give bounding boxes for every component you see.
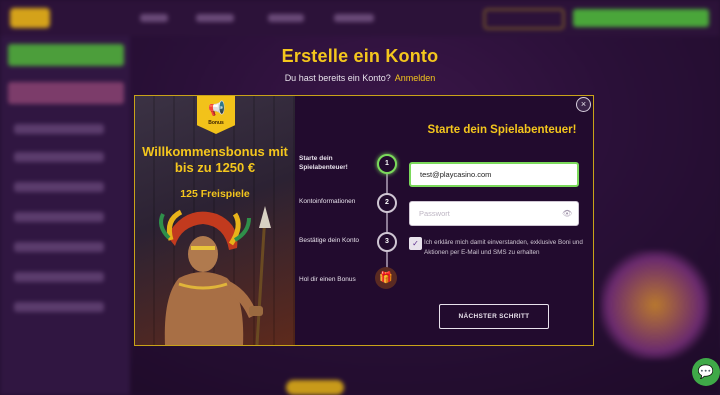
gift-icon: 🎁 — [375, 267, 397, 289]
site-sidebar — [0, 36, 130, 395]
email-field[interactable] — [409, 162, 579, 187]
step-list: Starte dein Spielabenteuer! 1 Kontoinfor… — [297, 96, 407, 345]
warrior-illustration — [159, 206, 271, 345]
sidebar-item — [14, 272, 104, 282]
sidebar-item — [14, 182, 104, 192]
chat-icon[interactable]: 💬 — [692, 358, 720, 386]
eye-icon[interactable]: 👁 — [562, 209, 572, 218]
nav-item — [196, 14, 234, 22]
site-topbar — [0, 0, 720, 36]
step-4-label: Hol dir einen Bonus — [299, 276, 356, 283]
close-icon[interactable]: × — [576, 97, 591, 112]
sidebar-item — [14, 302, 104, 312]
sidebar-item — [14, 242, 104, 252]
page-subtitle: Du hast bereits ein Konto? Anmelden — [0, 73, 720, 83]
promo-freespins: 125 Freispiele — [180, 188, 250, 200]
registration-modal: 📢 Bonus Willkommensbonus mit bis zu 1250… — [134, 95, 594, 346]
badge-label: Bonus — [208, 120, 224, 126]
page-title: Erstelle ein Konto — [281, 46, 439, 66]
megaphone-icon: 📢 — [208, 100, 226, 116]
sidebar-item — [14, 124, 104, 134]
nav-item — [140, 14, 168, 22]
promo-panel: 📢 Bonus Willkommensbonus mit bis zu 1250… — [135, 96, 295, 345]
page-header: Erstelle ein Konto Du hast bereits ein K… — [0, 46, 720, 83]
subtitle-text: Du hast bereits ein Konto? — [284, 73, 391, 83]
step-1: Starte dein Spielabenteuer! 1 — [297, 154, 407, 178]
bg-game-tile — [600, 250, 710, 360]
step-1-circle: 1 — [377, 154, 397, 174]
sidebar-item — [14, 212, 104, 222]
step-2-circle: 2 — [377, 193, 397, 213]
step-connector — [386, 163, 388, 275]
nav-item — [268, 14, 304, 22]
password-field[interactable] — [409, 201, 579, 226]
step-3-circle: 3 — [377, 232, 397, 252]
login-link[interactable]: Anmelden — [395, 73, 436, 83]
step-3-label: Bestätige dein Konto — [299, 237, 359, 244]
promo-headline: Willkommensbonus mit bis zu 1250 € — [142, 144, 288, 175]
sidebar-item — [14, 152, 104, 162]
consent-text: Ich erkläre mich damit einverstanden, ex… — [424, 239, 583, 256]
nav-item — [334, 14, 374, 22]
form-title: Starte dein Spielabenteuer! — [427, 124, 577, 136]
bg-tile — [286, 380, 344, 395]
bonus-badge: 📢 Bonus — [197, 96, 235, 134]
step-1-label: Starte dein Spielabenteuer! — [299, 155, 348, 171]
site-logo — [10, 8, 50, 28]
step-3: Bestätige dein Konto 3 — [297, 232, 407, 256]
bg-register-button — [573, 9, 709, 27]
bg-login-button — [484, 9, 564, 29]
consent-checkbox[interactable]: ✓ — [409, 237, 422, 250]
next-step-button[interactable]: NÄCHSTER SCHRITT — [439, 304, 549, 329]
sidebar-button — [8, 82, 124, 104]
step-2: Kontoinformationen 2 — [297, 193, 407, 217]
step-2-label: Kontoinformationen — [299, 198, 356, 205]
